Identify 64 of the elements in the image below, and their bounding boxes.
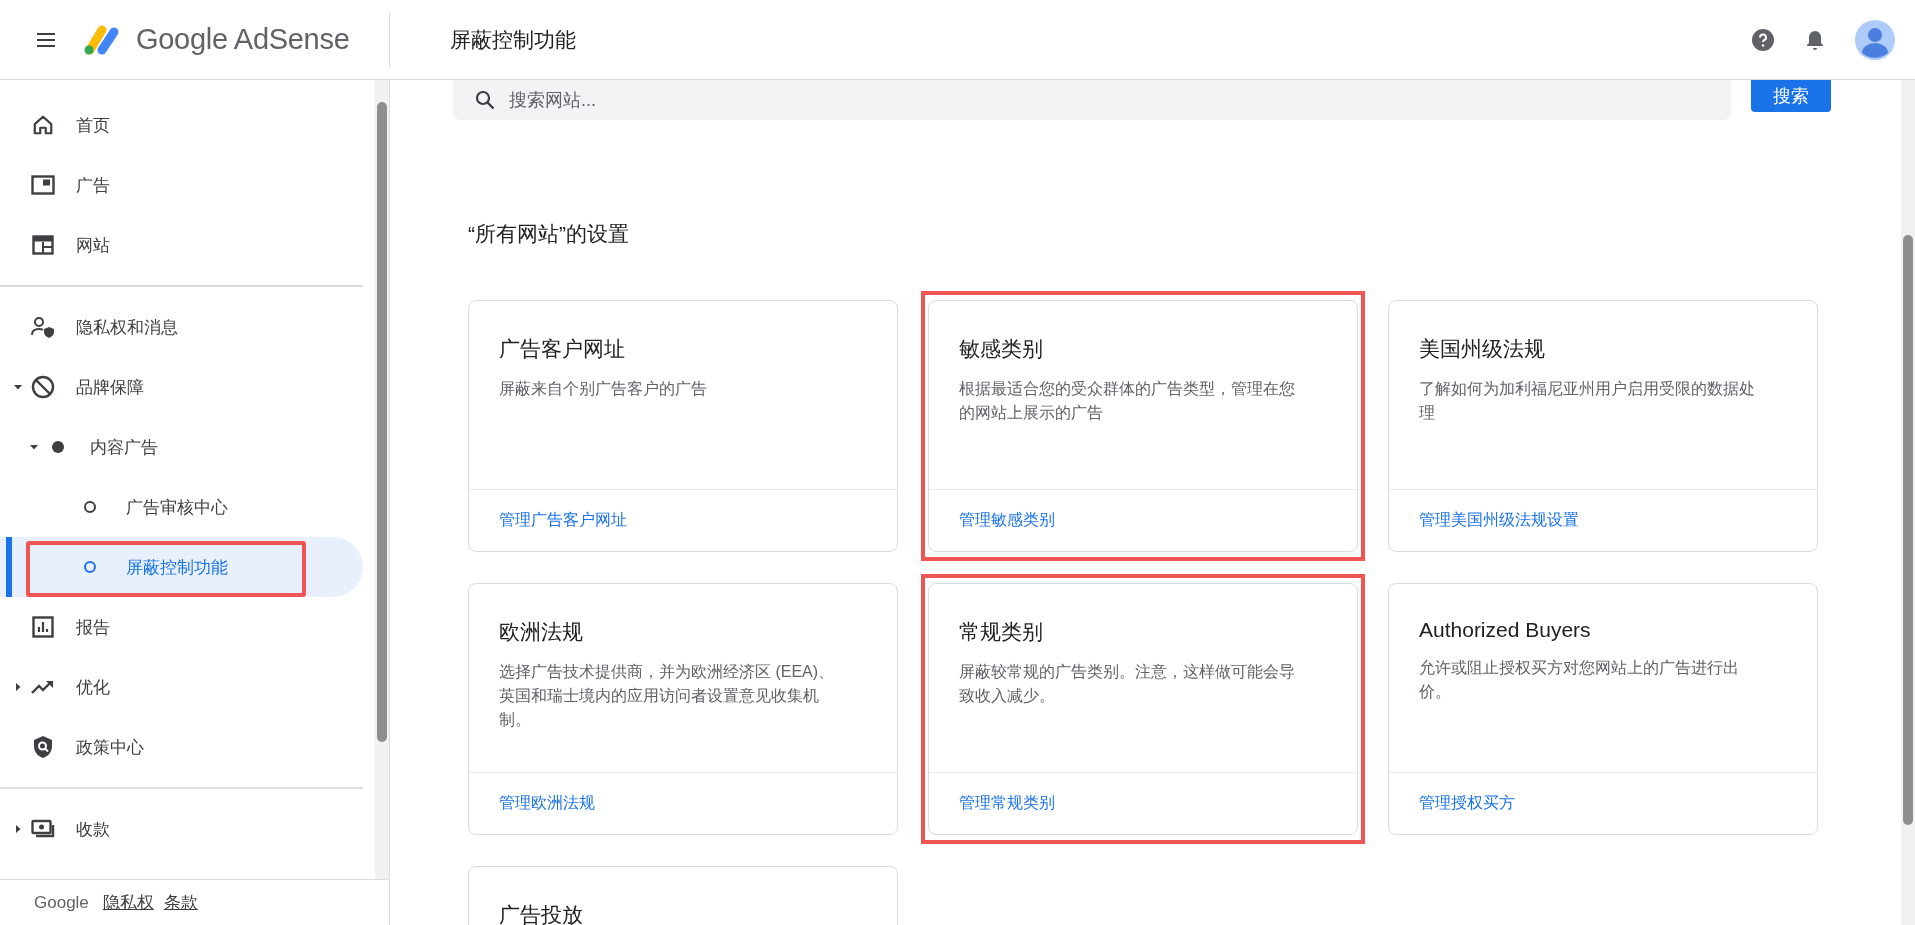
sidebar-item[interactable]: 政策中心: [0, 717, 363, 777]
item-label: 内容广告: [90, 436, 158, 459]
avatar-icon[interactable]: [1855, 19, 1895, 60]
manage-link[interactable]: 管理敏感类别: [959, 510, 1055, 531]
manage-link[interactable]: 管理欧洲法规: [499, 793, 595, 814]
footer-link[interactable]: 条款: [163, 891, 198, 914]
caret-icon[interactable]: [14, 825, 22, 833]
sidebar-item[interactable]: 品牌保障: [0, 357, 363, 417]
card-description: 屏蔽较常规的广告类别。注意，这样做可能会导致收入减少。: [959, 662, 1296, 706]
manage-link[interactable]: 管理广告客户网址: [499, 510, 627, 531]
item-label: 广告审核中心: [126, 496, 228, 519]
search-button[interactable]: 搜索: [1751, 80, 1831, 112]
item-label: 首页: [76, 114, 110, 137]
item-label: 优化: [76, 676, 110, 699]
card-title: 常规类别: [959, 619, 1044, 645]
sidebar-item[interactable]: 内容广告: [0, 417, 363, 477]
item-label: 隐私权和消息: [76, 316, 178, 339]
footer-link[interactable]: 隐私权: [102, 891, 154, 914]
notification-bell-icon[interactable]: [1805, 28, 1825, 51]
ad-frame-icon: [28, 175, 58, 195]
page-title: 屏蔽控制功能: [450, 26, 577, 53]
manage-link[interactable]: 管理常规类别: [959, 793, 1055, 814]
sidebar-item[interactable]: 首页: [0, 95, 363, 155]
manage-link[interactable]: 管理美国州级法规设置: [1419, 510, 1579, 531]
sidebar-item[interactable]: 隐私权和消息: [0, 297, 363, 357]
item-label: 品牌保障: [76, 376, 144, 399]
card-description: 根据最适合您的受众群体的广告类型，管理在您的网站上展示的广告: [959, 379, 1296, 423]
circle-icon: [84, 501, 96, 513]
sidebar-item[interactable]: 广告审核中心: [0, 477, 363, 537]
item-label: 政策中心: [76, 736, 144, 759]
card-description: 了解如何为加利福尼亚州用户启用受限的数据处理: [1419, 379, 1756, 423]
help-icon[interactable]: [1751, 27, 1775, 52]
card-description: 允许或阻止授权买方对您网站上的广告进行出价。: [1419, 658, 1740, 702]
card-description: 选择广告技术提供商，并为欧洲经济区 (EEA)、英国和瑞士境内的应用访问者设置意见收集机制。: [499, 662, 836, 730]
sidebar-item[interactable]: 网站: [0, 215, 363, 275]
bullet-icon: [52, 441, 64, 453]
item-label: 广告: [76, 174, 110, 197]
product-name: Google AdSense: [136, 23, 350, 56]
page-scrollbar[interactable]: [1901, 80, 1915, 925]
sidebar-item[interactable]: 报告: [0, 597, 363, 657]
google-wordmark: Google: [34, 892, 89, 913]
card-title: 美国州级法规: [1419, 336, 1546, 362]
section-title: “所有网站”的设置: [468, 221, 630, 247]
card-title: 欧洲法规: [499, 619, 584, 645]
sidebar-item[interactable]: 广告: [0, 155, 363, 215]
item-label: 网站: [76, 234, 110, 257]
item-label: 屏蔽控制功能: [126, 556, 228, 579]
sidebar-item[interactable]: 收款: [0, 799, 363, 859]
manage-link[interactable]: 管理授权买方: [1419, 793, 1515, 814]
card-title: Authorized Buyers: [1419, 618, 1592, 642]
sidebar-scrollbar[interactable]: [375, 80, 389, 879]
caret-icon[interactable]: [14, 683, 22, 691]
card-title: 广告投放: [499, 902, 584, 925]
circle-icon: [84, 561, 96, 573]
sidebar-item[interactable]: 优化: [0, 657, 363, 717]
card-title: 敏感类别: [959, 336, 1044, 362]
card-description: 屏蔽来自个别广告客户的广告: [499, 379, 708, 399]
card-title: 广告客户网址: [499, 336, 626, 362]
item-label: 报告: [76, 616, 110, 639]
sidebar-item[interactable]: 屏蔽控制功能: [0, 537, 363, 597]
item-label: 收款: [76, 818, 110, 841]
caret-icon[interactable]: [30, 443, 38, 451]
search-field[interactable]: 搜索网站...: [453, 80, 1731, 120]
caret-icon[interactable]: [14, 383, 22, 391]
